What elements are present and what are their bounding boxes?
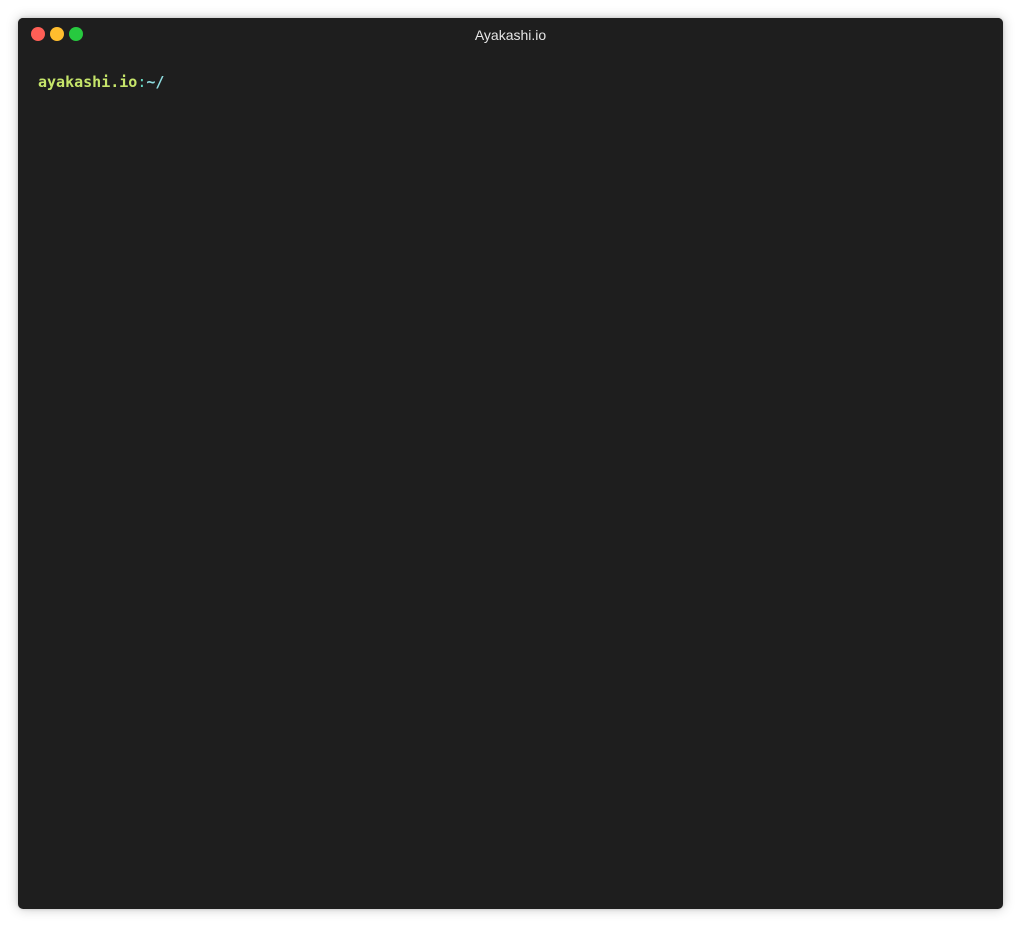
- title-bar[interactable]: Ayakashi.io: [18, 18, 1003, 52]
- prompt-line: ayakashi.io:~/: [38, 72, 983, 92]
- window-title: Ayakashi.io: [474, 27, 547, 43]
- prompt-host: ayakashi.io: [38, 73, 138, 91]
- terminal-area[interactable]: ayakashi.io:~/: [18, 52, 1003, 909]
- terminal-window: Ayakashi.io ayakashi.io:~/: [18, 18, 1003, 909]
- prompt-path: ~/: [146, 73, 165, 91]
